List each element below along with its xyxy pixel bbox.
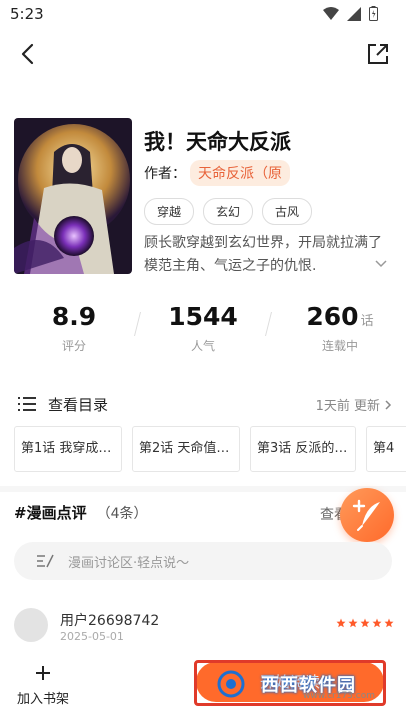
tag-chip[interactable]: 古风 bbox=[262, 198, 313, 225]
write-review-button[interactable] bbox=[340, 488, 394, 542]
status-icons bbox=[323, 6, 378, 21]
share-button[interactable] bbox=[364, 40, 392, 68]
star-icon bbox=[348, 618, 358, 628]
chapter-item[interactable]: 第3话 反派的… bbox=[250, 426, 356, 472]
comment-input[interactable]: 漫画讨论区·轻点说～ bbox=[14, 542, 392, 580]
tag-chip[interactable]: 玄幻 bbox=[203, 198, 254, 225]
back-button[interactable] bbox=[14, 40, 42, 68]
book-description[interactable]: 顾长歌穿越到玄幻世界，开局就拉满了模范主角、气运之子的仇恨. bbox=[144, 232, 392, 278]
stat-value: 8.9 bbox=[51, 302, 97, 331]
catalog-row[interactable]: 查看目录 1天前 更新 bbox=[14, 394, 394, 416]
stat-rating: 8.9 评分 bbox=[14, 302, 134, 354]
cover-art bbox=[14, 118, 132, 274]
stats-row: 8.9 评分 1544 人气 260 话 连载中 bbox=[0, 302, 406, 362]
chapter-item[interactable]: 第4 bbox=[366, 426, 406, 472]
comment-placeholder: 漫画讨论区·轻点说～ bbox=[68, 556, 190, 571]
add-to-shelf-button[interactable]: 加入书架 bbox=[12, 664, 74, 707]
review-date: 2025-05-01 bbox=[60, 630, 124, 643]
book-title: 我！天命大反派 bbox=[144, 130, 291, 154]
stat-popularity: 1544 人气 bbox=[143, 302, 263, 354]
chevron-down-icon[interactable] bbox=[374, 256, 388, 270]
chapter-item[interactable]: 第1话 我穿成… bbox=[14, 426, 122, 472]
rating-stars bbox=[336, 618, 394, 628]
review-count: （4条） bbox=[96, 506, 148, 522]
stat-unit: 话 bbox=[360, 314, 374, 329]
stat-label: 评分 bbox=[61, 339, 86, 353]
chapter-list: 第1话 我穿成… 第2话 天命值… 第3话 反派的… 第4 bbox=[14, 426, 406, 472]
author-row: 作者： 天命反派（原 bbox=[144, 160, 290, 186]
wifi-icon bbox=[323, 6, 339, 20]
stat-chapters: 260 话 连载中 bbox=[280, 302, 400, 354]
star-icon bbox=[384, 618, 394, 628]
watermark-sub: www.cr173.com bbox=[302, 691, 375, 701]
feather-plus-icon bbox=[352, 499, 380, 531]
author-name-link[interactable]: 天命反派（原 bbox=[190, 160, 290, 186]
back-arrow-icon bbox=[21, 43, 34, 65]
star-icon bbox=[360, 618, 370, 628]
stat-divider bbox=[134, 312, 141, 336]
add-to-shelf-label: 加入书架 bbox=[16, 692, 69, 707]
review-title: #漫画点评 bbox=[14, 504, 87, 522]
chevron-right-icon bbox=[385, 400, 392, 410]
avatar[interactable] bbox=[14, 608, 48, 642]
review-username[interactable]: 用户26698742 bbox=[60, 610, 159, 630]
edit-lines-icon bbox=[37, 554, 54, 568]
signal-icon bbox=[347, 6, 361, 21]
star-icon bbox=[336, 618, 346, 628]
tag-list: 穿越 玄幻 古风 bbox=[144, 198, 313, 225]
catalog-update: 1天前 更新 bbox=[316, 395, 394, 414]
stat-value: 260 bbox=[306, 302, 359, 331]
star-icon bbox=[372, 618, 382, 628]
watermark-logo bbox=[217, 670, 245, 698]
chapter-item[interactable]: 第2话 天命值… bbox=[132, 426, 240, 472]
stat-divider bbox=[265, 312, 272, 336]
stat-value: 1544 bbox=[168, 302, 238, 331]
battery-icon bbox=[369, 6, 378, 21]
author-label: 作者： bbox=[144, 166, 186, 182]
tag-chip[interactable]: 穿越 bbox=[144, 198, 195, 225]
share-icon bbox=[368, 44, 388, 64]
review-item: 用户26698742 2025-05-01 bbox=[14, 606, 394, 646]
stat-label: 人气 bbox=[190, 339, 215, 353]
catalog-title: 查看目录 bbox=[48, 396, 109, 414]
catalog-update-text: 1天前 更新 bbox=[315, 399, 380, 414]
status-time: 5:23 bbox=[10, 5, 44, 23]
list-icon bbox=[18, 397, 36, 411]
plus-icon bbox=[36, 666, 50, 680]
watermark: 西西软件园 www.cr173.com bbox=[194, 660, 386, 706]
stat-label: 连载中 bbox=[321, 339, 358, 353]
book-cover[interactable] bbox=[14, 118, 132, 274]
status-bar: 5:23 bbox=[0, 0, 406, 28]
review-heading: #漫画点评 （4条） bbox=[14, 502, 148, 523]
